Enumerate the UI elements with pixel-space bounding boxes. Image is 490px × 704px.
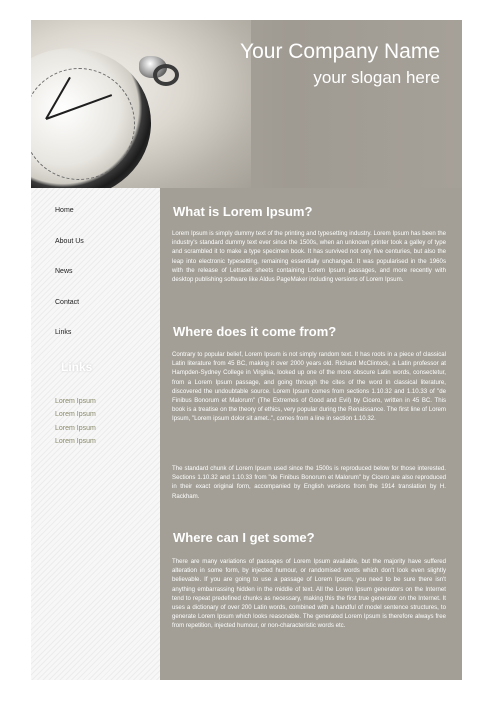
company-name: Your Company Name bbox=[240, 40, 440, 63]
section-paragraph: There are many variations of passages of… bbox=[172, 558, 446, 630]
nav-home[interactable]: Home bbox=[55, 207, 74, 214]
page-container: Your Company Name your slogan here Home … bbox=[31, 20, 462, 680]
stopwatch-ring bbox=[153, 64, 179, 86]
sidebar: Home About Us News Contact Links Links L… bbox=[31, 188, 160, 680]
section-heading: Where can I get some? bbox=[173, 530, 315, 545]
stopwatch-image bbox=[31, 20, 251, 188]
header-banner: Your Company Name your slogan here bbox=[31, 20, 462, 188]
section-paragraph: Lorem Ipsum is simply dummy text of the … bbox=[172, 230, 446, 284]
sidebar-link[interactable]: Lorem Ipsum bbox=[55, 398, 96, 405]
nav-about-us[interactable]: About Us bbox=[55, 238, 84, 245]
company-slogan: your slogan here bbox=[313, 68, 440, 87]
nav-news[interactable]: News bbox=[55, 268, 73, 275]
section-paragraph: The standard chunk of Lorem Ipsum used s… bbox=[172, 465, 446, 500]
main-content: What is Lorem Ipsum? Lorem Ipsum is simp… bbox=[160, 188, 462, 680]
sidebar-link[interactable]: Lorem Ipsum bbox=[55, 425, 96, 432]
section-paragraph: Contrary to popular belief, Lorem Ipsum … bbox=[172, 351, 446, 423]
section-heading: Where does it come from? bbox=[173, 324, 337, 339]
nav-contact[interactable]: Contact bbox=[55, 299, 79, 306]
sidebar-link[interactable]: Lorem Ipsum bbox=[55, 438, 96, 445]
nav-links[interactable]: Links bbox=[55, 329, 71, 336]
links-heading: Links bbox=[61, 360, 93, 374]
sidebar-link[interactable]: Lorem Ipsum bbox=[55, 411, 96, 418]
section-heading: What is Lorem Ipsum? bbox=[173, 204, 313, 219]
